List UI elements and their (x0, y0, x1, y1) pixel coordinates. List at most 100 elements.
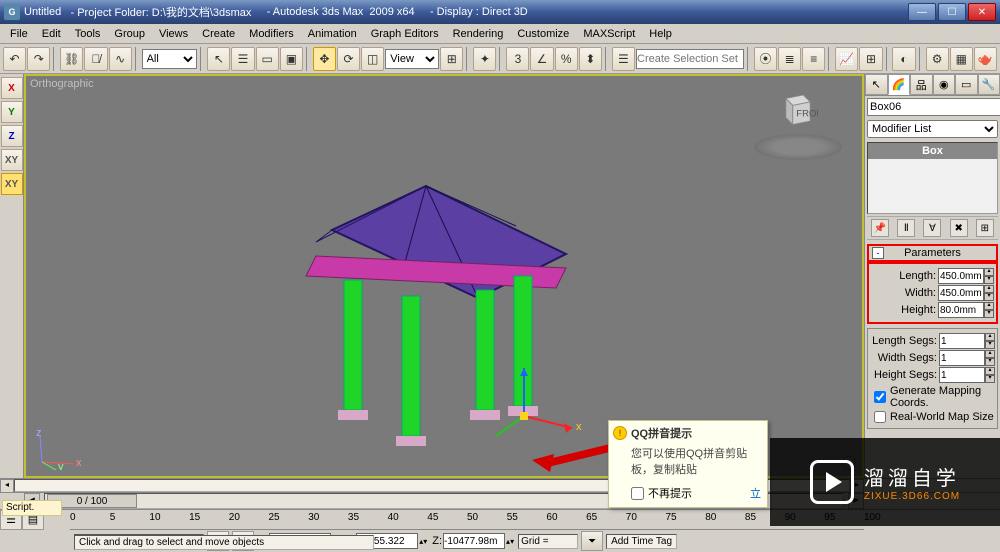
tab-display[interactable]: ▭ (955, 74, 978, 95)
parameters-header[interactable]: - Parameters (867, 244, 998, 262)
menu-rendering[interactable]: Rendering (447, 26, 510, 42)
select-button[interactable]: ↖ (207, 47, 230, 71)
menu-animation[interactable]: Animation (302, 26, 363, 42)
schematic-view-button[interactable]: ⊞ (859, 47, 882, 71)
angle-snap-button[interactable]: ∠ (530, 47, 553, 71)
qq-tip-action-link[interactable]: 立 (750, 485, 761, 501)
height-segs-input[interactable] (939, 367, 985, 383)
curve-editor-button[interactable]: 📈 (835, 47, 858, 71)
menu-create[interactable]: Create (196, 26, 241, 42)
layers-button[interactable]: ≡ (802, 47, 825, 71)
window-maximize-button[interactable]: ☐ (938, 3, 966, 21)
tab-motion[interactable]: ◉ (933, 74, 956, 95)
menu-customize[interactable]: Customize (511, 26, 575, 42)
length-segs-input[interactable] (939, 333, 985, 349)
qq-tip-dont-show-label: 不再提示 (648, 485, 692, 501)
add-time-tag[interactable]: Add Time Tag (606, 534, 677, 549)
menu-modifiers[interactable]: Modifiers (243, 26, 300, 42)
view-cube[interactable]: FRONT (754, 80, 842, 160)
mirror-button[interactable]: ⦿ (754, 47, 777, 71)
percent-snap-button[interactable]: % (555, 47, 578, 71)
coord-z-input[interactable] (443, 533, 505, 549)
window-minimize-button[interactable]: — (908, 3, 936, 21)
frame-tick: 35 (348, 512, 359, 523)
tab-utilities[interactable]: 🔧 (978, 74, 1000, 95)
menu-views[interactable]: Views (153, 26, 194, 42)
pivot-center-button[interactable]: ⊞ (440, 47, 463, 71)
scale-button[interactable]: ◫ (361, 47, 384, 71)
unlink-button[interactable]: ⛓̸ (84, 47, 107, 71)
window-close-button[interactable]: ✕ (968, 3, 996, 21)
rollout-toggle-icon[interactable]: - (872, 247, 884, 259)
configure-sets-button[interactable]: ⊞ (976, 219, 994, 237)
undo-button[interactable]: ↶ (3, 47, 26, 71)
named-selection-edit-button[interactable]: ☰ (612, 47, 635, 71)
menu-maxscript[interactable]: MAXScript (577, 26, 641, 42)
render-button[interactable]: 🫖 (974, 47, 997, 71)
time-tag-button[interactable]: ⏷ (581, 531, 603, 551)
command-panel: ↖ 🌈 品 ◉ ▭ 🔧 Modifier List Box 📌 Ⅱ ∀ ✖ ⊞ (864, 74, 1000, 478)
realworld-map-label: Real-World Map Size (890, 411, 994, 423)
viewcube-ring-icon[interactable] (754, 134, 842, 160)
render-setup-button[interactable]: ⚙ (926, 47, 949, 71)
length-input[interactable] (938, 268, 984, 284)
ref-coord-dropdown[interactable]: View (385, 49, 439, 69)
bind-spacewarp-button[interactable]: ∿ (109, 47, 132, 71)
axis-x-button[interactable]: X (1, 77, 23, 99)
viewport[interactable]: Orthographic FRONT (24, 74, 864, 478)
menu-tools[interactable]: Tools (69, 26, 107, 42)
height-spinner-down[interactable]: ▾ (984, 310, 994, 318)
modifier-list-dropdown[interactable]: Modifier List (867, 120, 998, 138)
axis-xy-active-button[interactable]: XY (1, 173, 23, 195)
move-button[interactable]: ✥ (313, 47, 336, 71)
select-by-name-button[interactable]: ☰ (231, 47, 254, 71)
qq-tip-dont-show-checkbox[interactable] (631, 487, 644, 500)
height-input[interactable] (938, 302, 984, 318)
redo-button[interactable]: ↷ (27, 47, 50, 71)
axis-constraint-toolbar: X Y Z XY XY (0, 74, 24, 478)
generate-mapping-checkbox[interactable] (874, 391, 886, 403)
select-region-rect-button[interactable]: ▭ (256, 47, 279, 71)
menu-help[interactable]: Help (643, 26, 678, 42)
named-selection-input[interactable] (636, 49, 744, 69)
width-spinner-down[interactable]: ▾ (984, 293, 994, 301)
link-button[interactable]: ⛓ (60, 47, 83, 71)
width-segs-input[interactable] (939, 350, 985, 366)
axis-z-button[interactable]: Z (1, 125, 23, 147)
frame-ruler[interactable]: 0510152025303540455055606570758085909510… (70, 510, 864, 530)
tab-create[interactable]: ↖ (865, 74, 888, 95)
qq-tip-title: QQ拼音提示 (631, 425, 692, 441)
height-spinner-up[interactable]: ▴ (984, 302, 994, 310)
snap-toggle-button[interactable]: 3 (506, 47, 529, 71)
tab-modify[interactable]: 🌈 (888, 74, 911, 95)
realworld-map-checkbox[interactable] (874, 411, 886, 423)
tab-hierarchy[interactable]: 品 (910, 74, 933, 95)
hscroll-left-button[interactable]: ◂ (0, 479, 14, 493)
selection-filter-dropdown[interactable]: All (142, 49, 198, 69)
length-spinner-down[interactable]: ▾ (984, 276, 994, 284)
window-crossing-button[interactable]: ▣ (280, 47, 303, 71)
stack-item-box[interactable]: Box (868, 143, 997, 159)
length-spinner-up[interactable]: ▴ (984, 268, 994, 276)
width-spinner-up[interactable]: ▴ (984, 285, 994, 293)
length-segs-label: Length Segs: (872, 335, 937, 347)
object-name-input[interactable] (867, 98, 1000, 116)
axis-y-button[interactable]: Y (1, 101, 23, 123)
axis-xy-button[interactable]: XY (1, 149, 23, 171)
menu-group[interactable]: Group (108, 26, 151, 42)
align-button[interactable]: ≣ (778, 47, 801, 71)
menu-graph-editors[interactable]: Graph Editors (365, 26, 445, 42)
pin-stack-button[interactable]: 📌 (871, 219, 889, 237)
render-frame-window-button[interactable]: ▦ (950, 47, 973, 71)
width-input[interactable] (938, 285, 984, 301)
manipulate-button[interactable]: ✦ (473, 47, 496, 71)
modifier-stack[interactable]: Box (867, 142, 998, 214)
remove-modifier-button[interactable]: ✖ (950, 219, 968, 237)
menu-edit[interactable]: Edit (36, 26, 67, 42)
menu-file[interactable]: File (4, 26, 34, 42)
spinner-snap-button[interactable]: ⬍ (579, 47, 602, 71)
material-editor-button[interactable]: ◐ (892, 47, 915, 71)
rotate-button[interactable]: ⟳ (337, 47, 360, 71)
make-unique-button[interactable]: ∀ (923, 219, 941, 237)
show-end-result-button[interactable]: Ⅱ (897, 219, 915, 237)
